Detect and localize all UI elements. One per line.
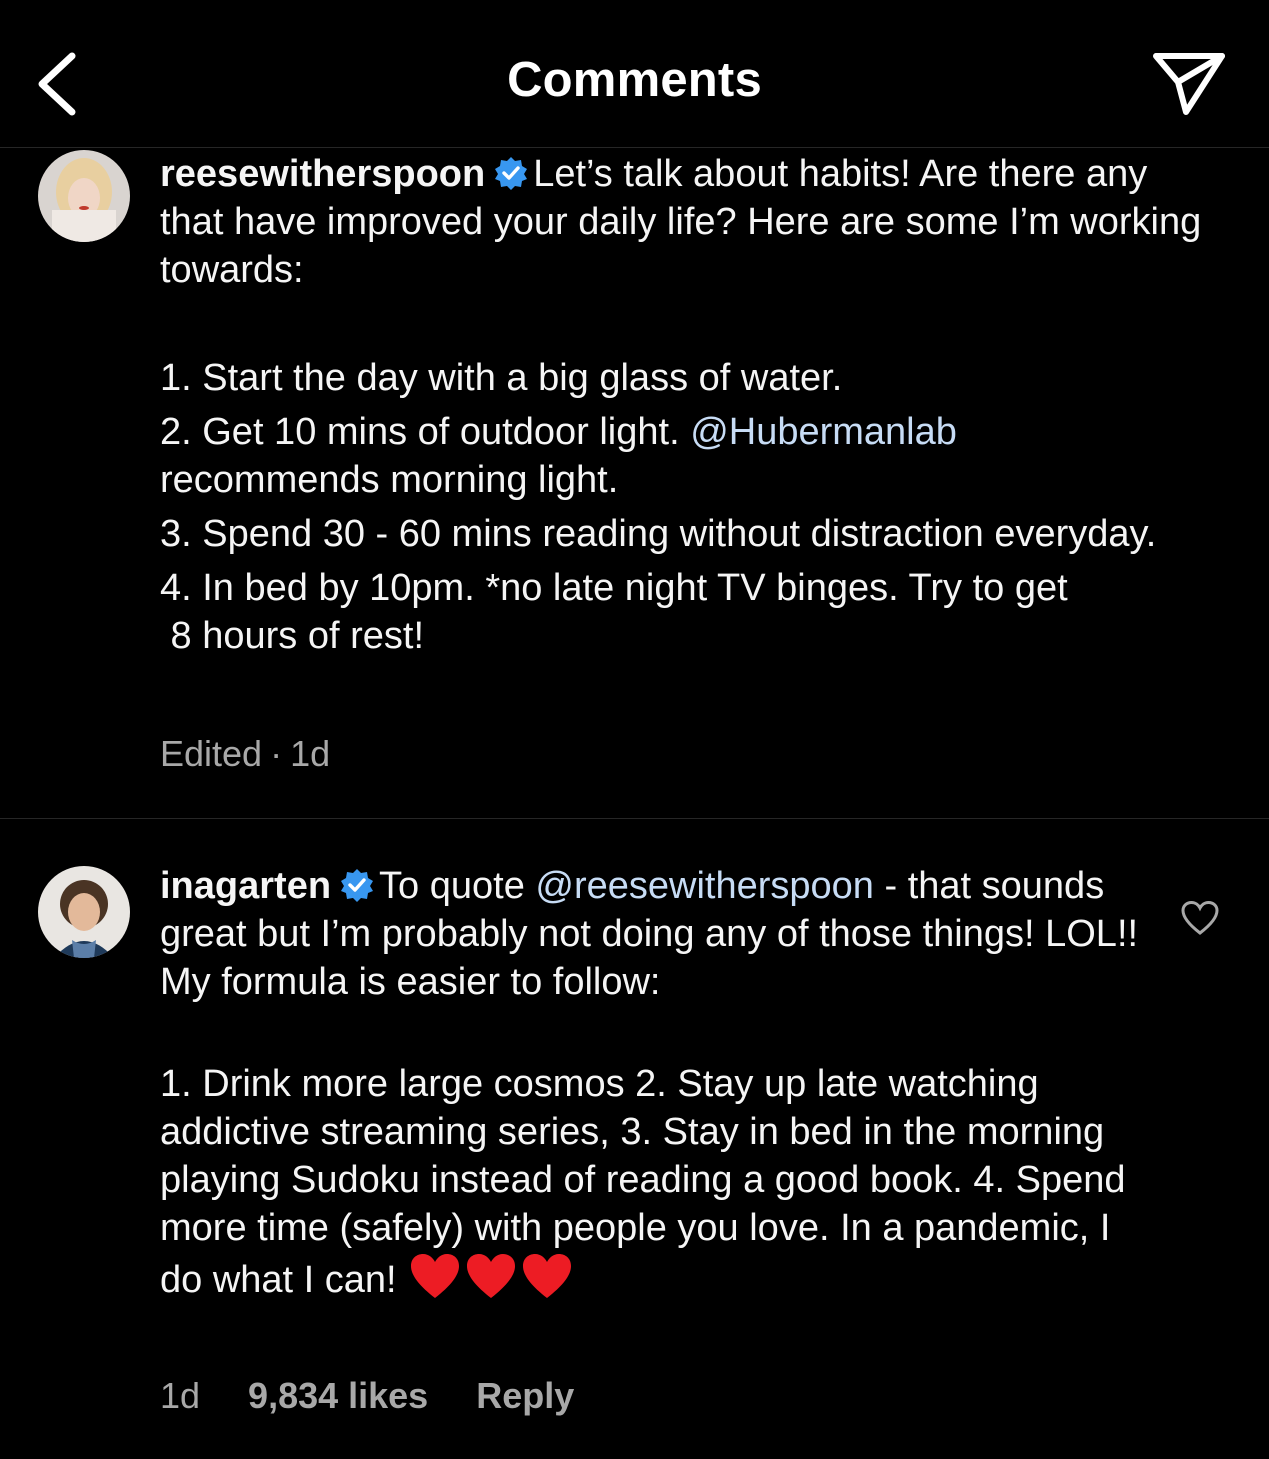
red-heart-icon [522, 1254, 571, 1298]
timestamp: 1d [290, 733, 331, 774]
page-title: Comments [507, 53, 762, 107]
list-item: 8 hours of rest! [160, 615, 425, 657]
likes-count[interactable]: 9,834 likes [248, 1375, 428, 1416]
comment-body: inagarten To quote @reesewitherspoon - th… [160, 862, 1150, 1006]
verified-badge-icon [495, 157, 528, 190]
comment-username[interactable]: inagarten [160, 865, 331, 907]
comment-list-text: 1. Drink more large cosmos 2. Stay up la… [160, 1060, 1150, 1312]
habit-list: 1. Start the day with a big glass of wat… [160, 354, 1240, 660]
comment-meta: Edited · 1d [160, 733, 331, 774]
list-item: 1. Start the day with a big glass of wat… [160, 357, 843, 399]
list-item: 2. Get 10 mins of outdoor light. @Huberm… [160, 411, 957, 453]
edited-label: Edited [160, 733, 263, 774]
timestamp: 1d [160, 1375, 201, 1416]
avatar[interactable] [38, 150, 130, 242]
verified-badge-icon [341, 869, 374, 902]
red-heart-icon [410, 1254, 459, 1298]
header-bar: Comments [0, 0, 1269, 148]
paper-plane-icon [1153, 53, 1225, 115]
divider [0, 818, 1269, 819]
heart-emojis [409, 1252, 577, 1312]
mention-link[interactable]: @reesewitherspoon [535, 865, 874, 907]
list-item: recommends morning light. [160, 459, 619, 501]
comment-username[interactable]: reesewitherspoon [160, 153, 485, 195]
comment-meta: 1d 9,834 likes Reply [160, 1375, 622, 1417]
avatar[interactable] [38, 866, 130, 958]
list-item: 4. In bed by 10pm. *no late night TV bin… [160, 567, 1068, 609]
red-heart-icon [466, 1254, 515, 1298]
share-button[interactable] [1150, 48, 1228, 118]
comment-text-pre: To quote [379, 865, 525, 907]
like-button[interactable] [1180, 900, 1220, 936]
reply-button[interactable]: Reply [476, 1375, 574, 1416]
list-item: 3. Spend 30 - 60 mins reading without di… [160, 513, 1157, 555]
heart-outline-icon [1181, 900, 1219, 935]
mention-link[interactable]: @Hubermanlab [690, 411, 957, 453]
comment-body: reesewitherspoon Let’s talk about habits!… [160, 150, 1220, 294]
